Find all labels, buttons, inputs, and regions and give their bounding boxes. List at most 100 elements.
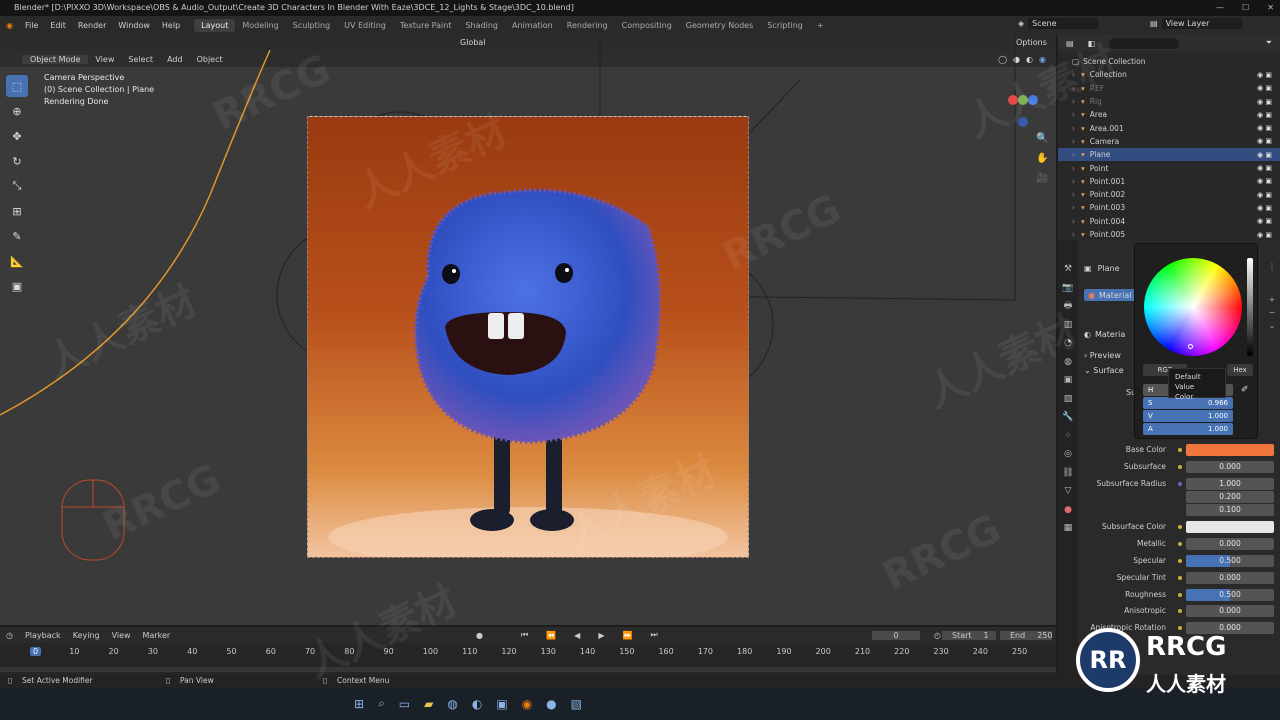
select-box-tool[interactable]: ⬚ <box>6 75 28 97</box>
visibility-icon[interactable]: ◉ ▣ <box>1257 137 1272 145</box>
end-frame-field[interactable]: End 250 <box>1000 630 1052 640</box>
add-workspace-icon[interactable]: + <box>810 19 831 32</box>
socket-dot-icon[interactable] <box>1178 464 1182 469</box>
menu-window[interactable]: Window <box>112 21 156 30</box>
socket-dot-icon[interactable] <box>1178 575 1182 580</box>
display-mode-icon[interactable]: ◧ <box>1088 39 1096 48</box>
data-tab-icon[interactable]: ▽ <box>1058 482 1078 501</box>
timeline-view-menu[interactable]: View <box>106 631 137 640</box>
world-tab-icon[interactable]: ◍ <box>1058 353 1078 372</box>
tab-modeling[interactable]: Modeling <box>235 19 285 32</box>
material-slot[interactable]: ● Material <box>1084 289 1139 301</box>
visibility-icon[interactable]: ◉ ▣ <box>1257 71 1272 79</box>
maximize-icon[interactable]: ☐ <box>1242 0 1249 16</box>
texture-tab-icon[interactable]: ▦ <box>1058 519 1078 538</box>
start-frame-field[interactable]: Start 1 <box>942 630 996 640</box>
property-field[interactable]: 0.000 <box>1186 460 1274 473</box>
visibility-icon[interactable]: ◉ ▣ <box>1257 191 1272 199</box>
scene-tab-icon[interactable]: ◔ <box>1058 334 1078 353</box>
app-icon-3[interactable]: ● <box>546 697 556 711</box>
rotate-tool[interactable]: ↻ <box>6 150 28 172</box>
socket-dot-icon[interactable] <box>1178 541 1182 546</box>
visibility-icon[interactable]: ◉ ▣ <box>1257 204 1272 212</box>
scene-selector[interactable]: ◈ Scene <box>1018 18 1099 29</box>
move-tool[interactable]: ✥ <box>6 125 28 147</box>
property-field[interactable]: 0.200 <box>1186 490 1274 503</box>
play-reverse-icon[interactable]: ◀ <box>568 631 586 640</box>
outliner-item[interactable]: › ▾ Point ◉ ▣ <box>1058 161 1280 174</box>
socket-dot-icon[interactable] <box>1178 608 1182 613</box>
visibility-icon[interactable]: ◉ ▣ <box>1257 164 1272 172</box>
property-field[interactable]: 0.000 <box>1186 604 1274 617</box>
app-icon-4[interactable]: ▧ <box>571 697 582 711</box>
outliner-item[interactable]: › ▾ Camera ◉ ▣ <box>1058 135 1280 148</box>
start-menu-icon[interactable]: ⊞ <box>354 697 364 711</box>
add-slot-icon[interactable]: + <box>1266 293 1278 306</box>
alpha-field[interactable]: A 1.000 <box>1143 423 1233 435</box>
socket-dot-icon[interactable] <box>1178 481 1182 486</box>
timeline-editor[interactable]: ◷ Playback Keying View Marker ● ⏮ ⏪ ◀ ▶ … <box>0 627 1056 675</box>
close-icon[interactable]: ✕ <box>1267 0 1274 16</box>
menu-help[interactable]: Help <box>156 21 186 30</box>
value-field[interactable]: V 1.000 <box>1143 410 1233 422</box>
socket-dot-icon[interactable] <box>1178 524 1182 529</box>
visibility-icon[interactable]: ◉ ▣ <box>1257 217 1272 225</box>
outliner-item[interactable]: › ▾ REF ◉ ▣ <box>1058 82 1280 95</box>
keying-menu[interactable]: Keying <box>67 631 106 640</box>
transform-tool[interactable]: ⊞ <box>6 200 28 222</box>
tab-uv-editing[interactable]: UV Editing <box>337 19 393 32</box>
jump-end-icon[interactable]: ⏭ <box>644 630 663 640</box>
outliner-item[interactable]: › ▾ Area.001 ◉ ▣ <box>1058 121 1280 134</box>
visibility-icon[interactable]: ◉ ▣ <box>1257 111 1272 119</box>
render-tab-icon[interactable]: 📷 <box>1058 279 1078 298</box>
color-wheel[interactable] <box>1144 258 1242 356</box>
expand-arrow-icon[interactable]: › <box>1072 97 1075 106</box>
playback-menu[interactable]: Playback <box>19 631 67 640</box>
expand-arrow-icon[interactable]: › <box>1072 203 1075 212</box>
outliner-editor-icon[interactable]: ▤ <box>1066 39 1074 48</box>
preview-panel-header[interactable]: › Preview <box>1084 351 1121 360</box>
outliner-item[interactable]: › ▾ Point.004 ◉ ▣ <box>1058 215 1280 228</box>
timeline-scrollbar[interactable] <box>0 667 1056 672</box>
object-tab-icon[interactable]: ▧ <box>1058 390 1078 409</box>
filter-icon[interactable]: ⏷ <box>1266 38 1272 48</box>
tab-geometry-nodes[interactable]: Geometry Nodes <box>679 19 760 32</box>
marker-menu[interactable]: Marker <box>137 631 177 640</box>
socket-dot-icon[interactable] <box>1178 592 1182 597</box>
property-field[interactable]: 0.000 <box>1186 537 1274 550</box>
property-field[interactable]: 0.500 <box>1186 554 1274 567</box>
outliner-item[interactable]: › ▾ Collection ◉ ▣ <box>1058 68 1280 81</box>
add-cube-tool[interactable]: ▣ <box>6 275 28 297</box>
scale-tool[interactable]: ⤡ <box>6 175 28 197</box>
file-explorer-icon[interactable]: ▰ <box>424 697 433 711</box>
property-field[interactable]: 1.000 <box>1186 477 1274 490</box>
next-keyframe-icon[interactable]: ⏩ <box>616 631 638 640</box>
visibility-icon[interactable]: ◉ ▣ <box>1257 231 1272 239</box>
outliner-item[interactable]: › ▾ Point.002 ◉ ▣ <box>1058 188 1280 201</box>
outliner-item[interactable]: › ▾ Area ◉ ▣ <box>1058 108 1280 121</box>
eyedropper-icon[interactable]: ✐ <box>1241 385 1249 395</box>
prev-keyframe-icon[interactable]: ⏪ <box>540 631 562 640</box>
tab-animation[interactable]: Animation <box>505 19 560 32</box>
socket-dot-icon[interactable] <box>1178 447 1182 452</box>
menu-edit[interactable]: Edit <box>44 21 72 30</box>
output-tab-icon[interactable]: 🖶 <box>1058 297 1078 316</box>
expand-arrow-icon[interactable]: › <box>1072 70 1075 79</box>
minimize-icon[interactable]: — <box>1216 0 1224 16</box>
expand-arrow-icon[interactable]: › <box>1072 230 1075 239</box>
remove-slot-icon[interactable]: − <box>1266 306 1278 319</box>
task-view-icon[interactable]: ▭ <box>399 697 410 711</box>
app-icon-1[interactable]: ◐ <box>472 697 482 711</box>
current-frame-field[interactable]: 0 <box>872 630 920 640</box>
jump-start-icon[interactable]: ⏮ <box>515 630 534 640</box>
color-picker-popup[interactable]: RGB Hex H S 0.966 V 1.000 A 1.000 ✐ <box>1134 243 1258 439</box>
property-field[interactable] <box>1186 520 1274 533</box>
tab-sculpting[interactable]: Sculpting <box>286 19 337 32</box>
property-field[interactable]: 0.000 <box>1186 571 1274 584</box>
visibility-icon[interactable]: ◉ ▣ <box>1257 177 1272 185</box>
outliner-search-field[interactable] <box>1109 37 1180 49</box>
frame-ruler[interactable]: 0 10 20 30 40 50 60 70 80 90 100 110 120 130 140 150 160… <box>0 645 1056 659</box>
annotate-tool[interactable]: ✎ <box>6 225 28 247</box>
property-field[interactable]: 0.500 <box>1186 588 1274 601</box>
hex-tab[interactable]: Hex <box>1227 364 1253 376</box>
